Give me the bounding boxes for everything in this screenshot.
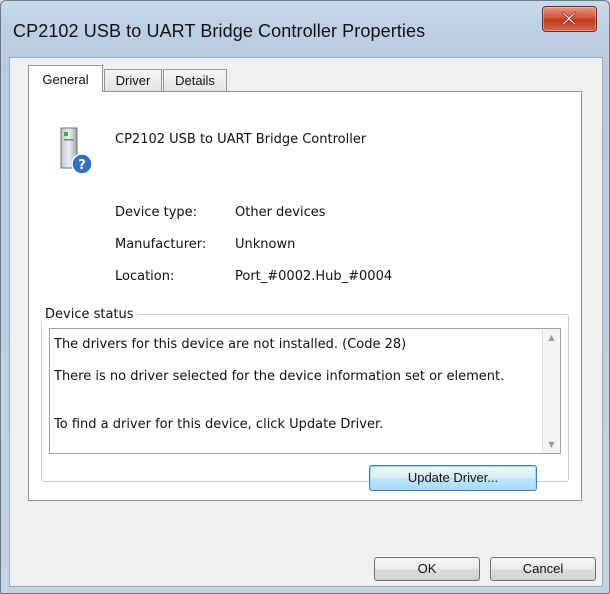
location-value: Port_#0002.Hub_#0004 [235, 269, 393, 284]
svg-text:?: ? [78, 158, 86, 173]
scroll-down-arrow-icon[interactable]: ▼ [543, 436, 560, 453]
cancel-button[interactable]: Cancel [490, 557, 596, 581]
scroll-up-arrow-icon[interactable]: ▲ [543, 329, 560, 346]
ok-button[interactable]: OK [374, 557, 480, 581]
manufacturer-label: Manufacturer: [115, 237, 207, 252]
status-line-code: The drivers for this device are not inst… [54, 337, 407, 352]
device-type-value: Other devices [235, 205, 326, 220]
tab-driver[interactable]: Driver [104, 69, 162, 91]
device-status-textbox[interactable]: The drivers for this device are not inst… [49, 328, 561, 454]
device-type-label: Device type: [115, 205, 198, 220]
status-scrollbar[interactable]: ▲ ▼ [542, 329, 560, 453]
manufacturer-value: Unknown [235, 237, 296, 252]
close-icon [561, 11, 577, 26]
location-label: Location: [115, 269, 175, 284]
close-button[interactable] [542, 6, 597, 32]
title-bar[interactable]: CP2102 USB to UART Bridge Controller Pro… [1, 1, 609, 57]
device-status-legend: Device status [41, 307, 138, 322]
update-driver-button[interactable]: Update Driver... [369, 465, 537, 491]
general-tab-panel: ? CP2102 USB to UART Bridge Controller D… [28, 91, 582, 501]
tab-general[interactable]: General [28, 65, 103, 92]
status-line-instruction: To find a driver for this device, click … [54, 417, 384, 432]
tab-details[interactable]: Details [163, 69, 227, 91]
device-name: CP2102 USB to UART Bridge Controller [115, 132, 367, 147]
dialog-client-area: General Driver Details ? CP2102 USB to U… [9, 57, 603, 587]
window-title: CP2102 USB to UART Bridge Controller Pro… [13, 21, 426, 41]
status-line-no-driver: There is no driver selected for the devi… [54, 369, 505, 384]
properties-dialog: CP2102 USB to UART Bridge Controller Pro… [0, 0, 610, 594]
device-status-text: The drivers for this device are not inst… [54, 337, 524, 449]
unknown-device-icon: ? [55, 126, 95, 178]
